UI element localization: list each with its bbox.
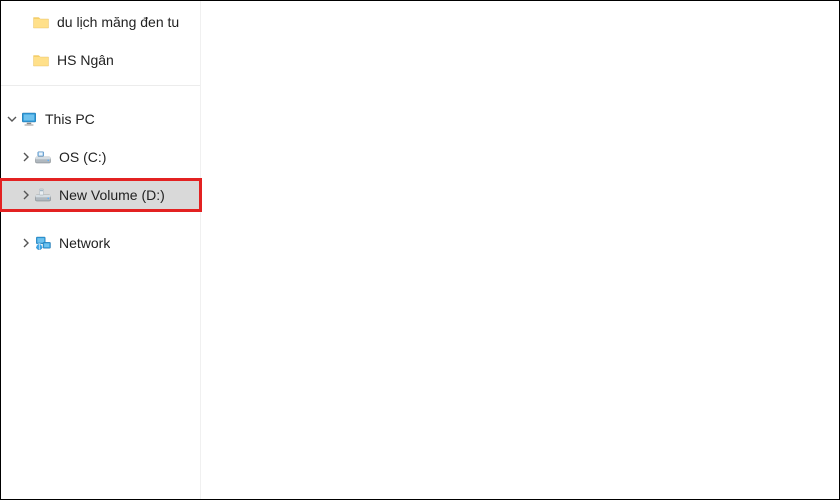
tree-item-this-pc[interactable]: This PC: [1, 104, 200, 134]
navigation-pane: du lịch măng đen tu HS Ngân: [1, 1, 201, 499]
tree-item-label: New Volume (D:): [59, 187, 165, 203]
chevron-down-icon[interactable]: [5, 112, 19, 126]
tree-item-drive-d[interactable]: New Volume (D:): [1, 180, 200, 210]
chevron-right-icon[interactable]: [19, 188, 33, 202]
tree-item-label: HS Ngân: [57, 52, 114, 68]
tree-item-folder[interactable]: du lịch măng đen tu: [1, 7, 200, 37]
tree-item-network[interactable]: Network: [1, 228, 200, 258]
tree-item-folder[interactable]: HS Ngân: [1, 45, 200, 75]
tree-item-label: du lịch măng đen tu: [57, 14, 179, 30]
network-icon: [33, 233, 53, 253]
folder-icon: [31, 12, 51, 32]
tree-item-label: OS (C:): [59, 149, 106, 165]
content-pane: [202, 2, 838, 498]
disk-drive-icon: [33, 147, 53, 167]
chevron-right-icon[interactable]: [19, 236, 33, 250]
tree-item-label: Network: [59, 235, 110, 251]
chevron-right-icon[interactable]: [19, 150, 33, 164]
window-frame: du lịch măng đen tu HS Ngân: [0, 0, 840, 500]
divider: [1, 85, 200, 86]
tree-item-label: This PC: [45, 111, 95, 127]
this-pc-icon: [19, 109, 39, 129]
quick-access-group: du lịch măng đen tu HS Ngân: [1, 7, 200, 75]
folder-icon: [31, 50, 51, 70]
disk-drive-icon: [33, 185, 53, 205]
tree-item-drive-c[interactable]: OS (C:): [1, 142, 200, 172]
